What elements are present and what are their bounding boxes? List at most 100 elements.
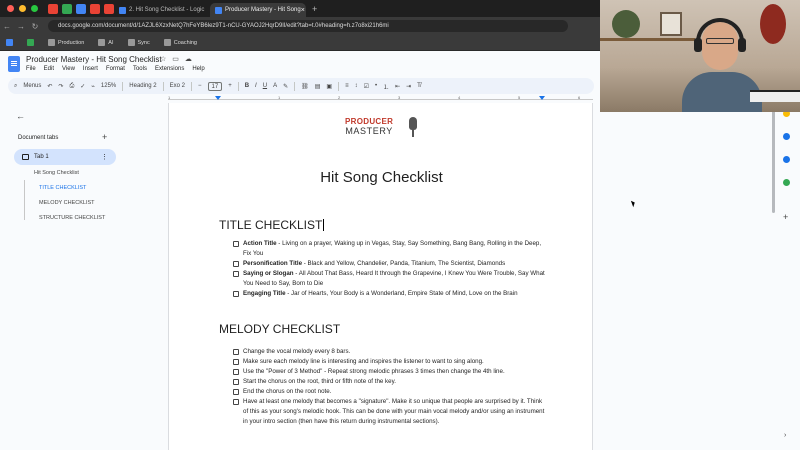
get-addons-icon[interactable]: + [783,212,788,222]
document-page[interactable]: PRODUCER MASTERY Hit Song Checklist TITL… [168,103,593,450]
pinned-tab-icon[interactable] [104,3,114,14]
reload-icon[interactable]: ↻ [28,22,42,31]
right-indent-marker[interactable] [539,96,545,100]
star-icon[interactable]: ☆ [160,55,166,63]
insert-link-icon[interactable]: ⛓ [301,83,309,90]
menu-tools[interactable]: Tools [133,66,147,72]
melody-checklist-heading[interactable]: MELODY CHECKLIST [219,322,340,336]
forward-icon[interactable]: → [14,22,28,31]
checkbox[interactable] [233,291,239,297]
checkbox[interactable] [233,369,239,375]
font-size-input[interactable]: 17 [207,81,223,91]
menu-format[interactable]: Format [106,66,125,72]
spellcheck-icon[interactable]: ✓ [80,83,85,90]
document-tab-1[interactable]: Tab 1 ⋮ [14,149,116,165]
vertical-scrollbar[interactable] [772,103,775,213]
checklist-icon[interactable]: ☑ [364,83,369,90]
browser-tab[interactable]: 2. Hit Song Checklist - Logic [114,3,210,17]
outline-item-melody-checklist[interactable]: MELODY CHECKLIST [39,200,95,206]
browser-tab-active[interactable]: Producer Mastery - Hit Song × [210,3,306,17]
contacts-icon[interactable] [783,156,790,163]
style-select[interactable]: Heading 2 [129,83,156,89]
bookmark-folder-production[interactable]: Production [48,39,84,46]
search-menus-icon[interactable]: ⌕ [14,83,17,90]
checklist-item: Make sure each melody line is interestin… [233,357,545,367]
checkbox[interactable] [233,241,239,247]
bookmark-icon[interactable] [27,39,34,46]
checkbox[interactable] [233,379,239,385]
back-arrow-icon[interactable]: ← [16,111,25,121]
menu-help[interactable]: Help [192,66,204,72]
cloud-status-icon[interactable]: ☁ [185,55,192,63]
menu-extensions[interactable]: Extensions [155,66,184,72]
keyboard-shape [750,90,800,102]
url-input[interactable]: docs.google.com/document/d/1AZJL6XzxNetQ… [48,20,568,32]
bookmark-icon[interactable] [6,39,13,46]
pinned-tab-icon[interactable] [76,3,86,14]
hide-side-panel-icon[interactable]: › [784,432,786,439]
font-select[interactable]: Exo 2 [170,83,185,89]
zoom-select[interactable]: 125% [101,83,116,89]
checkbox[interactable] [233,399,239,405]
bulleted-list-icon[interactable]: • [375,83,377,89]
menu-view[interactable]: View [62,66,75,72]
paint-format-icon[interactable]: ⌁ [91,83,95,90]
italic-icon[interactable]: I [255,83,257,89]
tasks-icon[interactable] [783,133,790,140]
line-spacing-icon[interactable]: ↕ [355,83,358,89]
align-icon[interactable]: ≡ [345,83,349,89]
checkbox[interactable] [233,349,239,355]
back-icon[interactable]: ← [0,22,14,31]
undo-icon[interactable]: ↶ [47,83,52,90]
underline-icon[interactable]: U [263,83,267,89]
bookmark-folder-coaching[interactable]: Coaching [163,39,197,46]
checkbox[interactable] [233,271,239,277]
checkbox[interactable] [233,261,239,267]
highlight-icon[interactable]: ✎ [283,83,288,90]
ruler[interactable]: 1 1 2 3 4 5 6 [168,95,593,103]
pinned-tab-icon[interactable] [90,3,100,14]
outline-item-structure-checklist[interactable]: STRUCTURE CHECKLIST [39,215,105,221]
bookmark-folder-ai[interactable]: AI [98,39,114,46]
redo-icon[interactable]: ↷ [58,83,63,90]
move-folder-icon[interactable]: ▭ [172,55,179,63]
pinned-tab-icon[interactable] [62,3,72,14]
new-tab-icon[interactable]: + [312,4,317,14]
menu-file[interactable]: File [26,66,36,72]
close-tab-icon[interactable]: × [301,7,305,14]
search-menus-label[interactable]: Menus [23,83,41,89]
increase-indent-icon[interactable]: ⇥ [406,83,411,90]
add-comment-icon[interactable]: ▤ [315,83,321,90]
insert-image-icon[interactable]: ▣ [326,83,332,90]
left-indent-marker[interactable] [215,96,221,100]
decrease-indent-icon[interactable]: ⇤ [395,83,400,90]
menu-edit[interactable]: Edit [44,66,54,72]
checkbox[interactable] [233,389,239,395]
item-label-bold: Action Title [243,240,277,247]
increase-font-icon[interactable]: + [228,83,232,89]
numbered-list-icon[interactable]: ⒈ [383,82,389,91]
docs-home-icon[interactable] [8,56,20,72]
print-icon[interactable]: ⎙ [69,83,74,90]
more-options-icon[interactable]: ⋮ [101,153,108,161]
maximize-window-button[interactable] [31,5,38,12]
title-checklist-heading[interactable]: TITLE CHECKLIST [219,218,325,232]
pinned-tab-icon[interactable] [48,3,58,14]
checkbox[interactable] [233,359,239,365]
minimize-window-button[interactable] [19,5,26,12]
text-color-icon[interactable]: A [273,83,277,89]
outline-item-title-checklist[interactable]: TITLE CHECKLIST [39,185,86,191]
document-title[interactable]: Producer Mastery - Hit Song Checklist [26,55,162,64]
outline-item-hit-song-checklist[interactable]: Hit Song Checklist [34,170,79,176]
menu-insert[interactable]: Insert [83,66,98,72]
add-tab-icon[interactable]: + [102,132,107,142]
bookmark-label: Sync [137,39,150,46]
ruler-number: 4 [458,95,461,100]
decrease-font-icon[interactable]: − [198,83,202,89]
clear-formatting-icon[interactable]: T̸ [417,83,421,89]
maps-icon[interactable] [783,179,790,186]
item-text: Change the vocal melody every 8 bars. [243,348,351,355]
bold-icon[interactable]: B [245,83,249,89]
bookmark-folder-sync[interactable]: Sync [127,39,150,46]
close-window-button[interactable] [7,5,14,12]
